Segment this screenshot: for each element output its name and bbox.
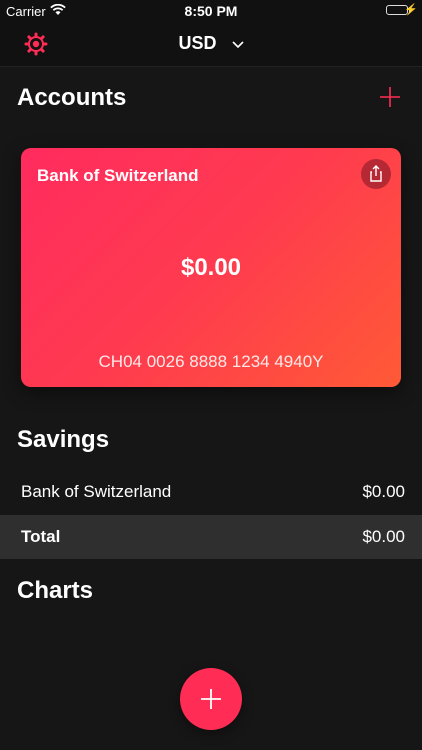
savings-row-label: Bank of Switzerland (21, 482, 172, 501)
charts-title: Charts (17, 577, 94, 604)
chevron-down-icon (231, 33, 244, 54)
charging-icon: ⚡ (404, 4, 418, 16)
add-account-button[interactable] (378, 85, 402, 109)
currency-selector[interactable]: USD (0, 33, 422, 54)
total-value: $0.00 (362, 527, 405, 546)
nav-bar: USD (0, 22, 422, 67)
savings-row[interactable]: Bank of Switzerland $0.00 (0, 470, 422, 514)
card-bank-name: Bank of Switzerland (37, 166, 199, 185)
card-iban: CH04 0026 8888 1234 4940Y (98, 352, 324, 371)
account-card[interactable]: Bank of Switzerland $0.00 CH04 0026 8888… (21, 148, 401, 387)
share-icon (370, 165, 382, 182)
card-balance: $0.00 (180, 254, 242, 281)
currency-label: USD (178, 33, 217, 53)
plus-icon (380, 87, 400, 107)
total-label: Total (21, 527, 61, 546)
total-row: Total $0.00 (0, 515, 422, 559)
status-bar: Carrier 8:50 PM ⚡ (0, 0, 422, 22)
add-transaction-button[interactable] (180, 668, 242, 730)
accounts-title: Accounts (17, 84, 127, 111)
status-time: 8:50 PM (184, 3, 238, 19)
savings-title: Savings (17, 426, 110, 453)
savings-row-value: $0.00 (362, 482, 405, 501)
share-button[interactable] (361, 159, 391, 189)
plus-icon (201, 689, 221, 709)
